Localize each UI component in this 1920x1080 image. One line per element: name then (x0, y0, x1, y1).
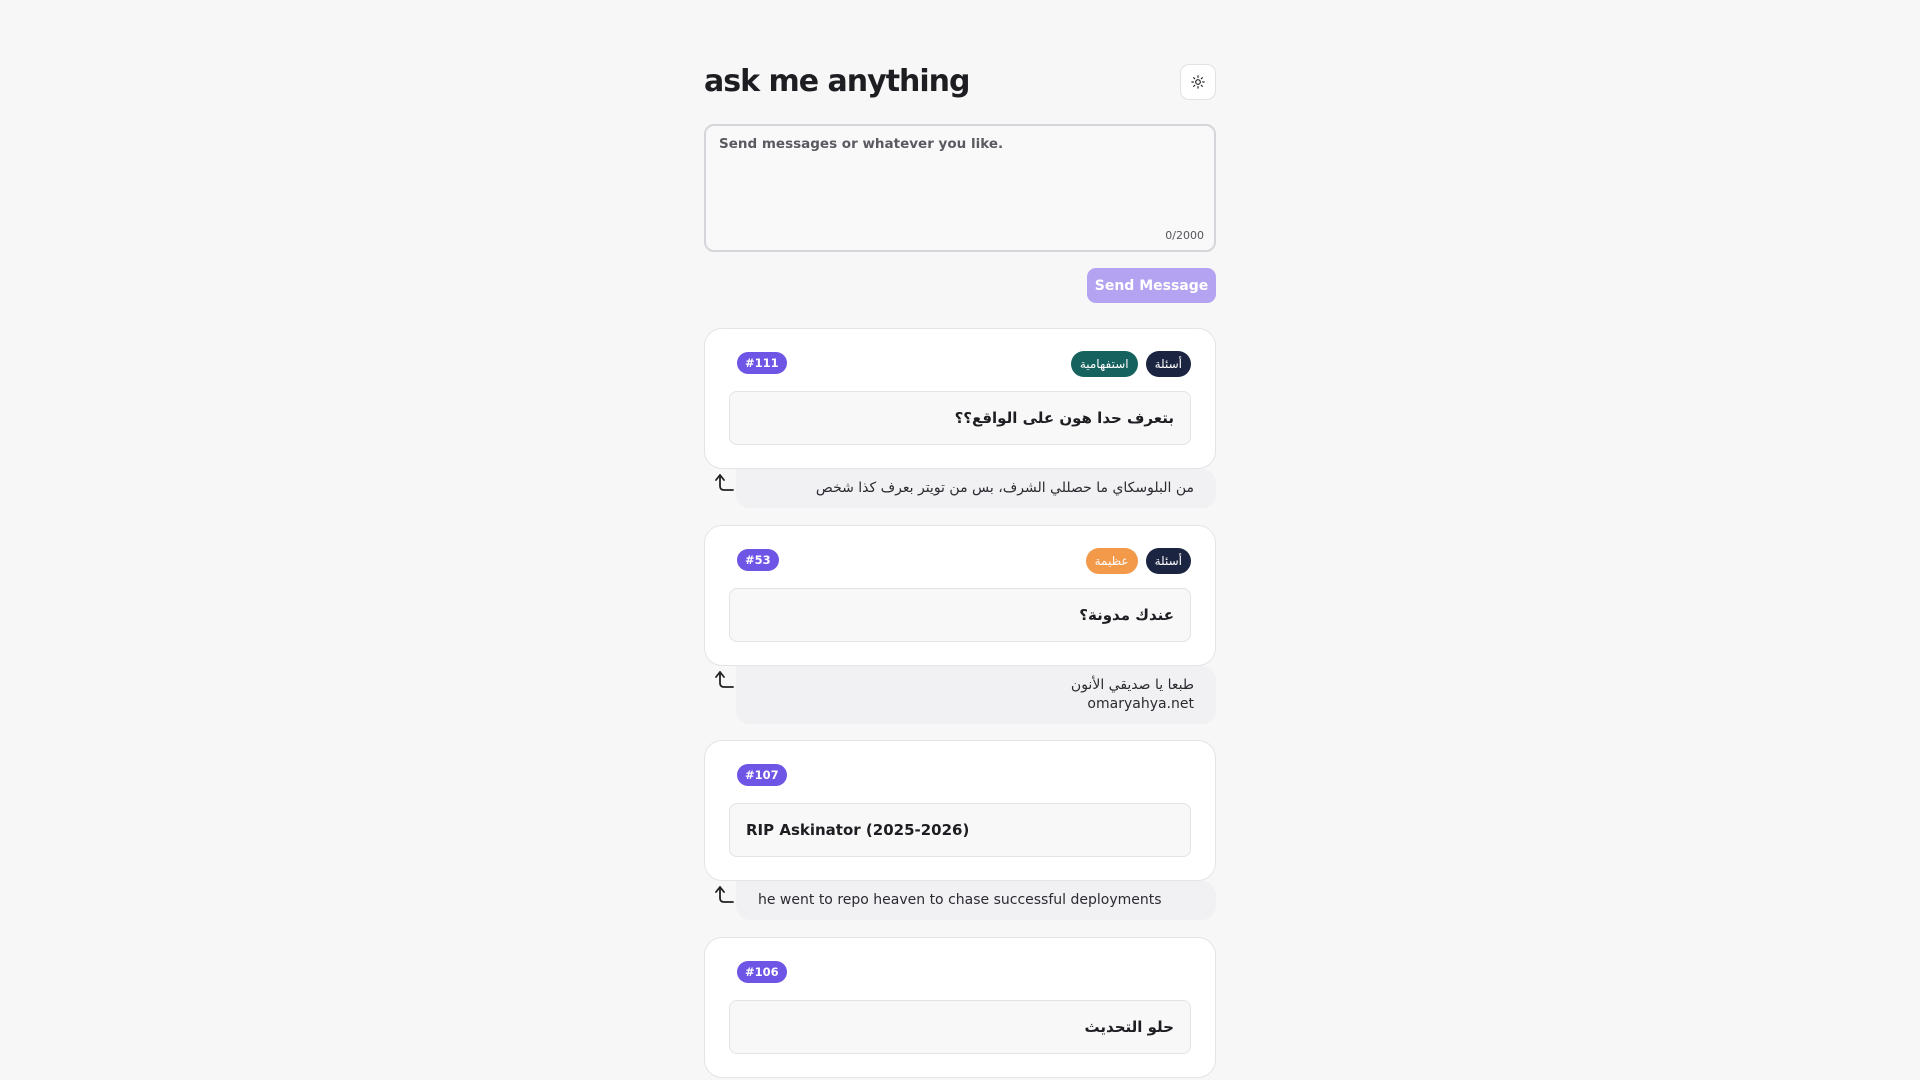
message-number-badge: #107 (737, 764, 787, 786)
reply-arrow-icon (715, 671, 734, 688)
message-input[interactable] (706, 126, 1214, 250)
question-text: عندك مدونة؟ (729, 588, 1191, 642)
answer-text: he went to repo heaven to chase successf… (736, 881, 1216, 920)
message-composer: 0/2000 (704, 124, 1216, 252)
tag-list: عظيمة أسئلة (1085, 548, 1191, 574)
message-number-badge: #106 (737, 961, 787, 983)
send-message-button[interactable]: Send Message (1087, 268, 1216, 303)
answer-text: طبعا يا صديقي الأنون omaryahya.net (736, 666, 1216, 724)
question-text: RIP Askinator (2025-2026) (729, 803, 1191, 857)
tag-list: استفهامية أسئلة (1070, 351, 1191, 377)
sun-icon (1191, 75, 1205, 89)
question-text: حلو التحديث (729, 1000, 1191, 1054)
theme-toggle-button[interactable] (1180, 64, 1216, 100)
question-text: بتعرف حدا هون على الواقع؟؟ (729, 391, 1191, 445)
message-card: #111 استفهامية أسئلة بتعرف حدا هون على ا… (704, 328, 1216, 469)
message-card: #53 عظيمة أسئلة عندك مدونة؟ (704, 525, 1216, 666)
answer-line: omaryahya.net (1087, 696, 1194, 712)
message-number-badge: #111 (737, 352, 787, 374)
tag-badge[interactable]: أسئلة (1145, 548, 1191, 574)
message-number-badge: #53 (737, 549, 779, 571)
character-counter: 0/2000 (1165, 229, 1204, 242)
tag-badge[interactable]: أسئلة (1145, 351, 1191, 377)
answer-text: من البلوسكاي ما حصللي الشرف، بس من تويتر… (736, 469, 1216, 508)
tag-badge[interactable]: عظيمة (1085, 548, 1138, 574)
reply-arrow-icon (715, 886, 734, 903)
answer-line: طبعا يا صديقي الأنون (1070, 677, 1194, 693)
message-card: #106 حلو التحديث (704, 937, 1216, 1078)
page-title: ask me anything (704, 64, 971, 99)
header: ask me anything (704, 62, 1216, 102)
reply-arrow-icon (715, 474, 734, 491)
message-card: #107 RIP Askinator (2025-2026) (704, 740, 1216, 881)
tag-badge[interactable]: استفهامية (1070, 351, 1138, 377)
